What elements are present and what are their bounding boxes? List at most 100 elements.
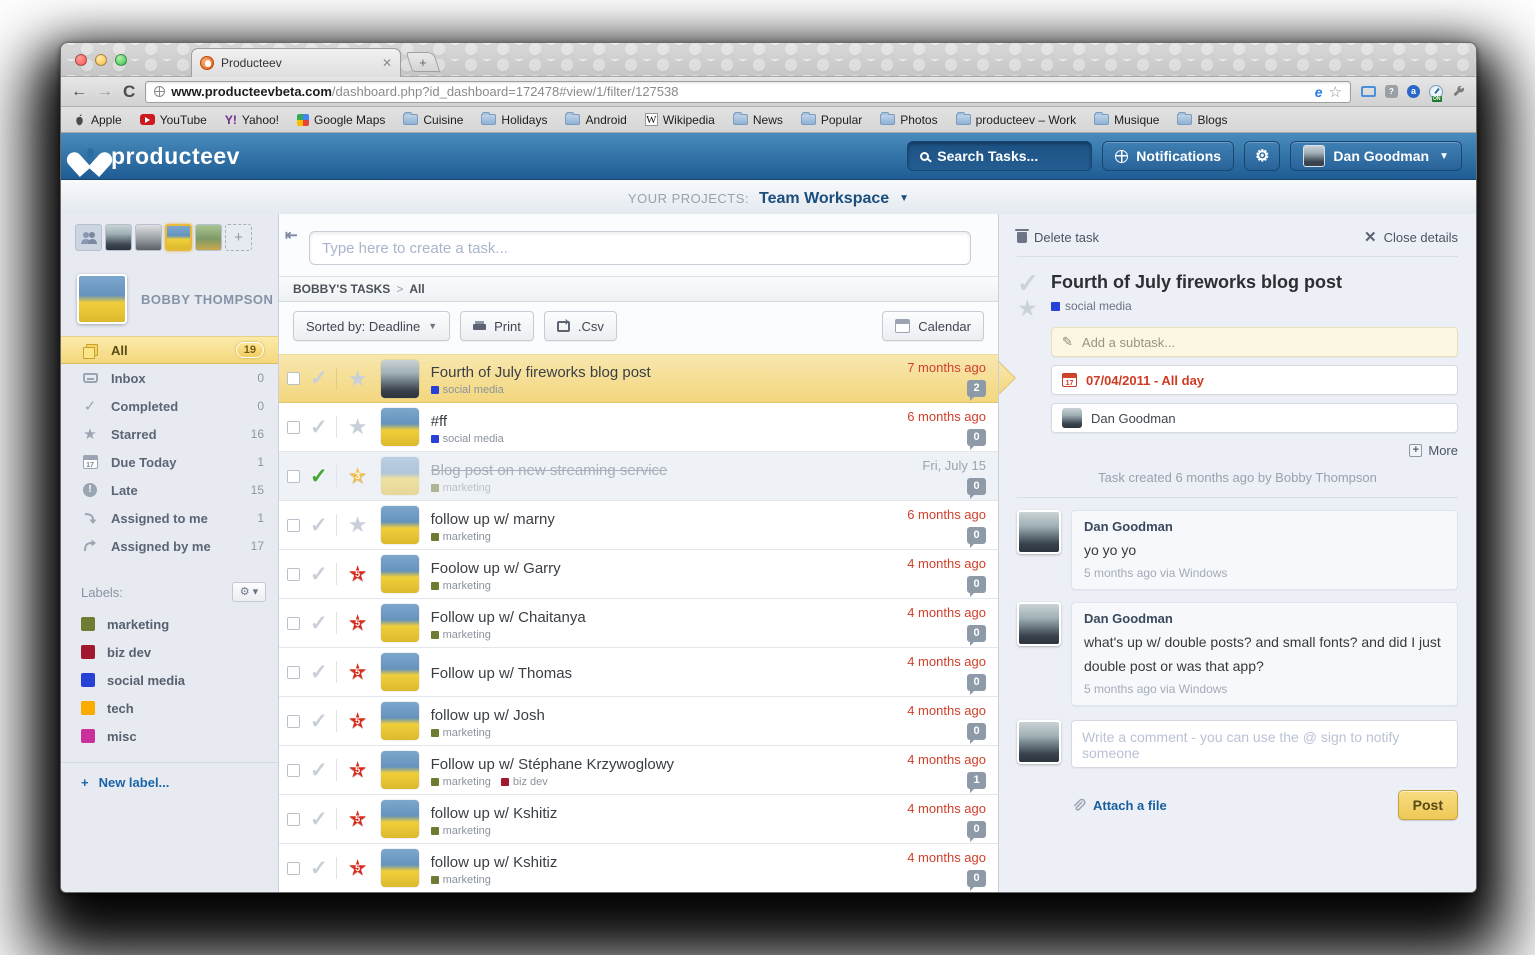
- more-options-button[interactable]: + More: [1051, 443, 1458, 458]
- notifications-button[interactable]: Notifications: [1102, 141, 1235, 171]
- bookmark-item[interactable]: producteev – Work: [955, 112, 1076, 127]
- sidebar-filter-inbox[interactable]: Inbox 0: [61, 364, 278, 392]
- bookmark-item[interactable]: Holidays: [481, 112, 547, 127]
- sidebar-label-tech[interactable]: tech: [61, 694, 278, 722]
- url-text[interactable]: www.producteevbeta.com/dashboard.php?id_…: [171, 84, 1308, 99]
- bookmark-item[interactable]: Cuisine: [403, 112, 463, 127]
- attach-file-button[interactable]: Attach a file: [1071, 798, 1167, 813]
- comment-input[interactable]: [1071, 720, 1458, 768]
- task-row[interactable]: ✓ ★ 5 follow up w/ Kshitiz marketing 4 months…: [279, 795, 998, 844]
- delete-task-button[interactable]: Delete task: [1015, 228, 1099, 245]
- task-row[interactable]: ✓ ★ 5 Follow up w/ Thomas 4 months ago 0: [279, 648, 998, 697]
- star-icon[interactable]: ★ 5: [345, 758, 371, 782]
- speed-extension-icon[interactable]: [1429, 84, 1443, 102]
- close-window-button[interactable]: [75, 54, 87, 66]
- due-date-field[interactable]: 17 07/04/2011 - All day: [1051, 365, 1458, 395]
- check-icon[interactable]: ✓: [310, 807, 328, 832]
- sidebar-label-misc[interactable]: misc: [61, 722, 278, 750]
- puzzle-extension-icon[interactable]: ?: [1385, 85, 1398, 98]
- check-icon[interactable]: ✓: [310, 611, 328, 636]
- sidebar-label-social-media[interactable]: social media: [61, 666, 278, 694]
- bookmark-item[interactable]: Apple: [73, 113, 122, 127]
- task-checkbox[interactable]: [287, 469, 300, 483]
- task-checkbox[interactable]: [287, 372, 300, 385]
- star-icon[interactable]: ★: [345, 415, 371, 439]
- bookmark-item[interactable]: News: [732, 112, 783, 127]
- task-checkbox[interactable]: [287, 518, 300, 532]
- tab-close-icon[interactable]: ✕: [382, 56, 392, 70]
- print-button[interactable]: Print: [460, 311, 534, 341]
- check-icon[interactable]: ✓: [310, 415, 328, 440]
- task-row[interactable]: ✓ ★ 5 Follow up w/ Stéphane Krzywoglowy mark…: [279, 746, 998, 795]
- bookmark-item[interactable]: W Wikipedia: [644, 113, 715, 127]
- star-icon[interactable]: ★ 5: [345, 807, 371, 831]
- star-icon[interactable]: ★: [345, 513, 371, 537]
- bookmark-item[interactable]: Photos: [880, 112, 938, 127]
- bookmark-star-icon[interactable]: ☆: [1329, 83, 1342, 101]
- bookmark-item[interactable]: Y! Yahoo!: [225, 113, 279, 127]
- task-checkbox[interactable]: [287, 567, 300, 581]
- bookmark-item[interactable]: Popular: [800, 112, 862, 127]
- star-icon[interactable]: ★: [345, 366, 371, 391]
- star-icon[interactable]: ★ 5: [345, 856, 371, 880]
- translate-extension-icon[interactable]: a: [1407, 85, 1420, 98]
- star-icon[interactable]: ★ 5: [345, 611, 371, 635]
- member-avatar-selected[interactable]: [165, 224, 192, 251]
- task-row[interactable]: ✓ ★ follow up w/ marny marketing 6 months ag…: [279, 501, 998, 550]
- task-row[interactable]: ✓ ★ 5 Follow up w/ Chaitanya marketing 4 mont…: [279, 599, 998, 648]
- bookmark-item[interactable]: Blogs: [1177, 112, 1228, 127]
- breadcrumb-root[interactable]: BOBBY'S TASKS: [293, 282, 390, 296]
- minimize-window-button[interactable]: [95, 54, 107, 66]
- add-member-button[interactable]: +: [225, 224, 252, 251]
- sidebar-filter-assigned-to-me[interactable]: Assigned to me 1: [61, 504, 278, 532]
- producteev-logo[interactable]: producteev: [75, 143, 240, 170]
- check-icon[interactable]: ✓: [310, 562, 328, 587]
- user-menu-button[interactable]: Dan Goodman ▼: [1290, 141, 1462, 171]
- complete-task-toggle[interactable]: ✓: [1017, 270, 1051, 296]
- task-row[interactable]: ✓ ★ 3 Blog post on new streaming service mar…: [279, 452, 998, 501]
- task-checkbox[interactable]: [287, 665, 300, 679]
- sidebar-label-marketing[interactable]: marketing: [61, 610, 278, 638]
- create-task-input[interactable]: [309, 231, 971, 265]
- star-icon[interactable]: ★ 3: [345, 464, 371, 488]
- screenshot-extension-icon[interactable]: [1361, 86, 1376, 97]
- task-checkbox[interactable]: [287, 714, 300, 728]
- check-icon[interactable]: ✓: [310, 366, 328, 391]
- csv-export-button[interactable]: .Csv: [543, 311, 617, 341]
- check-icon[interactable]: ✓: [310, 758, 328, 783]
- sidebar-filter-due-today[interactable]: 17 Due Today 1: [61, 448, 278, 476]
- task-checkbox[interactable]: [287, 616, 300, 630]
- forward-button[interactable]: →: [97, 83, 113, 100]
- check-icon[interactable]: ✓: [310, 464, 328, 489]
- bookmark-item[interactable]: YouTube: [139, 113, 207, 127]
- project-dropdown-icon[interactable]: ▼: [899, 193, 909, 204]
- search-tasks-input[interactable]: Search Tasks...: [907, 141, 1093, 171]
- project-selector[interactable]: Team Workspace: [759, 190, 889, 208]
- close-details-button[interactable]: ✕ Close details: [1364, 228, 1458, 246]
- task-row[interactable]: ✓ ★ #ff social media 6 months ago 0: [279, 403, 998, 452]
- task-row[interactable]: ✓ ★ Fourth of July fireworks blog post soci…: [279, 354, 998, 403]
- sort-by-button[interactable]: Sorted by: Deadline ▼: [293, 311, 451, 341]
- task-checkbox[interactable]: [287, 763, 300, 777]
- zoom-window-button[interactable]: [115, 54, 127, 66]
- check-icon[interactable]: ✓: [310, 856, 328, 881]
- star-icon[interactable]: ★ 5: [345, 709, 371, 733]
- task-row[interactable]: ✓ ★ 5 follow up w/ Josh marketing 4 months ag…: [279, 697, 998, 746]
- sidebar-label-biz-dev[interactable]: biz dev: [61, 638, 278, 666]
- add-subtask-input[interactable]: ✎ Add a subtask...: [1051, 327, 1458, 357]
- calendar-button[interactable]: Calendar: [882, 311, 984, 341]
- star-task-toggle[interactable]: ★: [1017, 295, 1051, 321]
- star-icon[interactable]: ★ 5: [345, 562, 371, 586]
- task-checkbox[interactable]: [287, 861, 300, 875]
- member-avatar[interactable]: [195, 224, 222, 251]
- task-row[interactable]: ✓ ★ 5 follow up w/ Kshitiz marketing 4 months…: [279, 844, 998, 892]
- browser-tab[interactable]: Producteev ✕: [191, 48, 401, 77]
- reload-button[interactable]: C: [123, 83, 135, 100]
- bookmark-item[interactable]: Android: [565, 112, 627, 127]
- sidebar-filter-completed[interactable]: ✓ Completed 0: [61, 392, 278, 420]
- back-button[interactable]: ←: [71, 83, 87, 100]
- member-avatar[interactable]: [105, 224, 132, 251]
- sidebar-filter-assigned-by-me[interactable]: Assigned by me 17: [61, 532, 278, 560]
- sidebar-filter-late[interactable]: ! Late 15: [61, 476, 278, 504]
- post-comment-button[interactable]: Post: [1397, 790, 1458, 820]
